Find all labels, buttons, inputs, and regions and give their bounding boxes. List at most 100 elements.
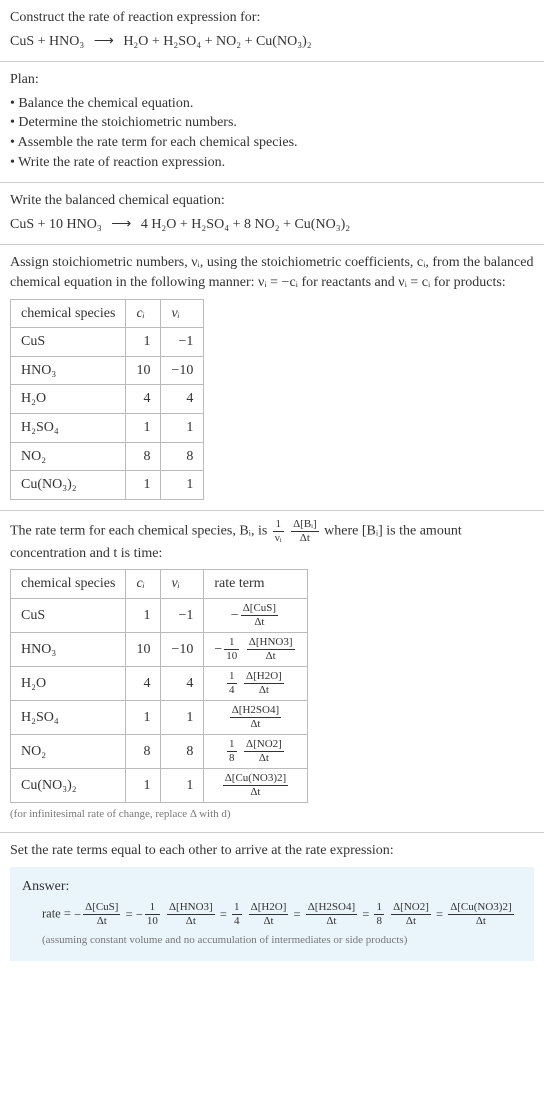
col-c: cᵢ bbox=[126, 570, 161, 599]
table-row: H₂O4414 Δ[H2O]Δt bbox=[11, 666, 308, 700]
cell-species: CuS bbox=[11, 328, 126, 357]
plan-item: Balance the chemical equation. bbox=[10, 94, 534, 114]
rate-coef: 110 bbox=[222, 637, 241, 662]
rate-term: Δ[H2SO4]Δt bbox=[304, 907, 359, 921]
cell-rate: 18 Δ[NO2]Δt bbox=[204, 734, 307, 768]
cell-c: 1 bbox=[126, 471, 161, 500]
rate-frac: Δ[NO2]Δt bbox=[242, 739, 286, 764]
rate-coef: 18 bbox=[372, 902, 386, 927]
table-row: H₂SO₄11Δ[H2SO4]Δt bbox=[11, 700, 308, 734]
cell-c: 1 bbox=[126, 413, 161, 442]
rate-coef: 14 bbox=[230, 902, 244, 927]
cell-v: 1 bbox=[161, 700, 204, 734]
rate-frac: Δ[H2O]Δt bbox=[242, 671, 286, 696]
rate-frac: Δ[Cu(NO3)2]Δt bbox=[221, 773, 290, 798]
balanced-equation: CuS + 10 HNO₃ ⟶ 4 H₂O + H₂SO₄ + 8 NO₂ + … bbox=[10, 215, 534, 235]
cell-v: 4 bbox=[161, 385, 204, 414]
col-c: cᵢ bbox=[126, 299, 161, 328]
rate-generic-coef: 1 νᵢ bbox=[271, 519, 286, 544]
table-row: HNO₃10−10 bbox=[11, 356, 204, 385]
table-row: NO₂8818 Δ[NO2]Δt bbox=[11, 734, 308, 768]
plan-item: Assemble the rate term for each chemical… bbox=[10, 133, 534, 153]
rate-term: Δ[Cu(NO3)2]Δt bbox=[446, 907, 515, 921]
cell-v: 4 bbox=[161, 666, 204, 700]
table-row: Cu(NO₃)₂11 bbox=[11, 471, 204, 500]
rate-frac: Δ[H2O]Δt bbox=[247, 902, 291, 927]
cell-rate: Δ[Cu(NO3)2]Δt bbox=[204, 768, 307, 802]
rate-intro-text: The rate term for each chemical species,… bbox=[10, 523, 271, 538]
arrow-icon: ⟶ bbox=[105, 217, 137, 232]
stoich-section: Assign stoichiometric numbers, νᵢ, using… bbox=[0, 245, 544, 509]
rate-coef: 18 bbox=[225, 739, 239, 764]
cell-c: 1 bbox=[126, 700, 161, 734]
rate-term: Δ[H2SO4]Δt bbox=[228, 710, 283, 725]
table-row: HNO₃10−10−110 Δ[HNO3]Δt bbox=[11, 632, 308, 666]
equals-sign: = bbox=[294, 907, 301, 921]
cell-v: −1 bbox=[161, 328, 204, 357]
cell-species: NO₂ bbox=[11, 442, 126, 471]
table-row: NO₂88 bbox=[11, 442, 204, 471]
answer-equation: rate = −Δ[CuS]Δt = −110 Δ[HNO3]Δt = 14 Δ… bbox=[22, 902, 522, 927]
plan-list: Balance the chemical equation. Determine… bbox=[10, 94, 534, 172]
rate-intro: The rate term for each chemical species,… bbox=[10, 519, 534, 564]
cell-c: 1 bbox=[126, 768, 161, 802]
cell-c: 1 bbox=[126, 328, 161, 357]
cell-species: H₂SO₄ bbox=[11, 413, 126, 442]
rate-frac: Δ[NO2]Δt bbox=[389, 902, 433, 927]
plan-item: Write the rate of reaction expression. bbox=[10, 153, 534, 173]
table-header-row: chemical species cᵢ νᵢ bbox=[11, 299, 204, 328]
cell-c: 8 bbox=[126, 734, 161, 768]
rate-prefix: rate = bbox=[42, 907, 74, 921]
cell-v: 1 bbox=[161, 471, 204, 500]
col-v: νᵢ bbox=[161, 570, 204, 599]
cell-c: 4 bbox=[126, 385, 161, 414]
neg-sign: − bbox=[74, 907, 81, 921]
cell-species: Cu(NO₃)₂ bbox=[11, 471, 126, 500]
col-species: chemical species bbox=[11, 570, 126, 599]
table-row: H₂O44 bbox=[11, 385, 204, 414]
rate-term: −Δ[CuS]Δt bbox=[74, 907, 122, 921]
rate-term: 18 Δ[NO2]Δt bbox=[225, 744, 286, 759]
balanced-section: Write the balanced chemical equation: Cu… bbox=[0, 183, 544, 244]
arrow-icon: ⟶ bbox=[88, 34, 120, 49]
stoich-intro: Assign stoichiometric numbers, νᵢ, using… bbox=[10, 253, 534, 292]
cell-v: 8 bbox=[161, 734, 204, 768]
plan-section: Plan: Balance the chemical equation. Det… bbox=[0, 62, 544, 182]
eqn-rhs: H₂O + H₂SO₄ + NO₂ + Cu(NO₃)₂ bbox=[123, 34, 311, 49]
cell-species: CuS bbox=[11, 598, 126, 632]
cell-species: HNO₃ bbox=[11, 632, 126, 666]
eqn-lhs: CuS + HNO₃ bbox=[10, 34, 84, 49]
rate-term: Δ[Cu(NO3)2]Δt bbox=[221, 778, 290, 793]
answer-label: Answer: bbox=[22, 877, 522, 897]
equals-sign: = bbox=[436, 907, 443, 921]
equals-sign: = bbox=[362, 907, 369, 921]
rate-frac: Δ[Cu(NO3)2]Δt bbox=[446, 902, 515, 927]
rate-section: The rate term for each chemical species,… bbox=[0, 511, 544, 833]
col-v: νᵢ bbox=[161, 299, 204, 328]
rate-generic-frac: Δ[Bᵢ] Δt bbox=[289, 519, 321, 544]
plan-header: Plan: bbox=[10, 70, 534, 90]
final-header: Set the rate terms equal to each other t… bbox=[10, 841, 534, 861]
cell-v: 8 bbox=[161, 442, 204, 471]
col-rate: rate term bbox=[204, 570, 307, 599]
cell-v: −10 bbox=[161, 356, 204, 385]
unbalanced-equation: CuS + HNO₃ ⟶ H₂O + H₂SO₄ + NO₂ + Cu(NO₃)… bbox=[10, 32, 534, 52]
table-row: Cu(NO₃)₂11Δ[Cu(NO3)2]Δt bbox=[11, 768, 308, 802]
cell-species: HNO₃ bbox=[11, 356, 126, 385]
answer-box: Answer: rate = −Δ[CuS]Δt = −110 Δ[HNO3]Δ… bbox=[10, 867, 534, 961]
table-row: CuS1−1−Δ[CuS]Δt bbox=[11, 598, 308, 632]
plan-item: Determine the stoichiometric numbers. bbox=[10, 113, 534, 133]
cell-species: NO₂ bbox=[11, 734, 126, 768]
equals-sign: = bbox=[220, 907, 227, 921]
cell-v: −10 bbox=[161, 632, 204, 666]
rate-term: 14 Δ[H2O]Δt bbox=[230, 907, 290, 921]
table-header-row: chemical species cᵢ νᵢ rate term bbox=[11, 570, 308, 599]
rate-coef: 14 bbox=[225, 671, 239, 696]
cell-rate: −110 Δ[HNO3]Δt bbox=[204, 632, 307, 666]
stoich-table: chemical species cᵢ νᵢ CuS1−1HNO₃10−10H₂… bbox=[10, 299, 204, 500]
cell-rate: −Δ[CuS]Δt bbox=[204, 598, 307, 632]
cell-c: 8 bbox=[126, 442, 161, 471]
rate-frac: Δ[HNO3]Δt bbox=[245, 637, 297, 662]
cell-v: 1 bbox=[161, 413, 204, 442]
cell-v: −1 bbox=[161, 598, 204, 632]
